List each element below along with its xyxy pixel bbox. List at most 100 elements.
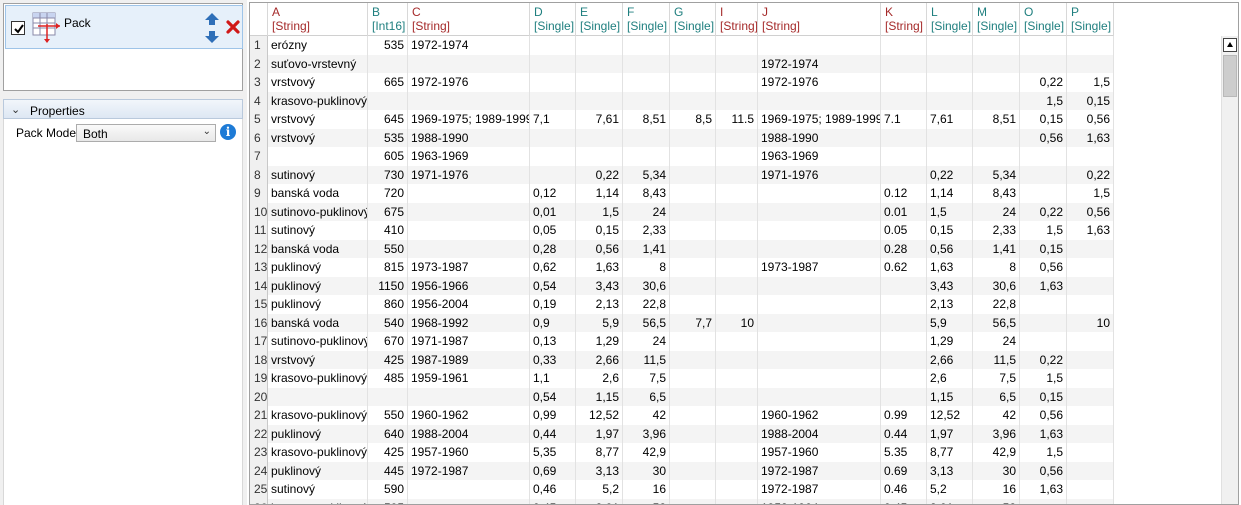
table-cell[interactable] (670, 91, 716, 110)
table-cell[interactable]: 1,5 (1020, 369, 1067, 388)
table-cell[interactable]: sutinovo-puklinový (268, 332, 368, 351)
table-cell[interactable] (530, 91, 576, 110)
table-cell[interactable] (716, 91, 758, 110)
table-cell[interactable] (881, 295, 927, 314)
table-cell[interactable]: 2,33 (623, 221, 670, 240)
table-cell[interactable]: 2,6 (576, 369, 623, 388)
table-cell[interactable]: 1,1 (530, 369, 576, 388)
table-cell[interactable]: 1972-1987 (758, 461, 881, 480)
table-cell[interactable]: 1,29 (576, 332, 623, 351)
table-cell[interactable] (408, 480, 530, 499)
table-cell[interactable] (670, 443, 716, 462)
table-cell[interactable] (758, 332, 881, 351)
table-cell[interactable] (1067, 147, 1114, 166)
table-cell[interactable] (881, 147, 927, 166)
table-cell[interactable]: 30 (973, 461, 1020, 480)
table-cell[interactable]: 1971-1976 (758, 165, 881, 184)
vertical-scrollbar[interactable] (1221, 36, 1238, 504)
table-cell[interactable]: 1963-1969 (758, 147, 881, 166)
table-cell[interactable] (758, 369, 881, 388)
table-cell[interactable]: 0,99 (530, 406, 576, 425)
table-cell[interactable]: 1,5 (576, 202, 623, 221)
table-cell[interactable]: 1972-1974 (758, 54, 881, 73)
table-cell[interactable]: 0,22 (1020, 202, 1067, 221)
table-cell[interactable]: 445 (368, 461, 408, 480)
table-row[interactable]: 5 vrstvový 645 1969-1975; 1989-1999 7,1 7,61 8… (250, 110, 1114, 129)
table-cell[interactable]: 1,14 (576, 184, 623, 203)
table-row[interactable]: 14 puklinový 1150 1956-1966 0,54 3,43 30,6 3,43… (250, 276, 1114, 295)
table-cell[interactable]: krasovo-puklinový (268, 369, 368, 388)
move-down-icon[interactable] (204, 30, 220, 47)
table-cell[interactable]: 1958-1964 (758, 498, 881, 504)
table-cell[interactable] (576, 91, 623, 110)
table-cell[interactable]: 605 (368, 147, 408, 166)
pack-mode-select[interactable]: Both ⌄ (76, 124, 216, 142)
table-cell[interactable]: 0,9 (530, 313, 576, 332)
table-cell[interactable] (716, 406, 758, 425)
table-cell[interactable] (1020, 295, 1067, 314)
table-cell[interactable]: 22,8 (623, 295, 670, 314)
table-cell[interactable]: 5,35 (530, 443, 576, 462)
table-cell[interactable] (670, 498, 716, 504)
table-cell[interactable]: 1960-1962 (758, 406, 881, 425)
table-cell[interactable]: vrstvový (268, 110, 368, 129)
table-cell[interactable]: 10 (1067, 313, 1114, 332)
table-cell[interactable]: 0,15 (927, 221, 973, 240)
table-cell[interactable] (1067, 461, 1114, 480)
table-cell[interactable] (408, 239, 530, 258)
table-cell[interactable]: 1,63 (1020, 276, 1067, 295)
table-cell[interactable] (881, 36, 927, 55)
table-cell[interactable]: 7,7 (670, 313, 716, 332)
table-cell[interactable]: 30,6 (973, 276, 1020, 295)
table-cell[interactable] (1020, 332, 1067, 351)
table-cell[interactable] (716, 424, 758, 443)
column-header-a[interactable]: A [String] (268, 3, 368, 36)
table-cell[interactable]: 3,96 (973, 424, 1020, 443)
table-cell[interactable]: 7,5 (973, 369, 1020, 388)
table-cell[interactable]: 1988-2004 (408, 424, 530, 443)
table-cell[interactable]: 1,97 (927, 424, 973, 443)
table-cell[interactable]: krasovo-puklinový (268, 443, 368, 462)
table-cell[interactable] (1067, 54, 1114, 73)
scroll-thumb[interactable] (1223, 55, 1237, 97)
table-cell[interactable]: 7,61 (927, 110, 973, 129)
table-cell[interactable]: 590 (368, 480, 408, 499)
table-cell[interactable] (927, 54, 973, 73)
table-cell[interactable]: 1988-2004 (758, 424, 881, 443)
table-cell[interactable] (758, 276, 881, 295)
table-cell[interactable] (758, 239, 881, 258)
table-cell[interactable]: 2,6 (927, 369, 973, 388)
table-cell[interactable]: 8,43 (623, 184, 670, 203)
table-row[interactable]: 19 krasovo-puklinový 485 1959-1961 1,1 2,6 7,5… (250, 369, 1114, 388)
column-header-e[interactable]: E [Single] (576, 3, 623, 36)
table-cell[interactable] (1067, 424, 1114, 443)
table-cell[interactable]: 1,63 (1067, 221, 1114, 240)
table-row[interactable]: 15 puklinový 860 1956-2004 0,19 2,13 22,8 2,13 2… (250, 295, 1114, 314)
table-cell[interactable]: puklinový (268, 295, 368, 314)
table-cell[interactable]: 0,56 (1067, 202, 1114, 221)
table-cell[interactable]: 1972-1987 (408, 461, 530, 480)
table-cell[interactable] (530, 54, 576, 73)
table-cell[interactable] (530, 147, 576, 166)
table-cell[interactable] (973, 91, 1020, 110)
table-cell[interactable]: 1969-1975; 1989-1999 (408, 110, 530, 129)
table-cell[interactable] (1067, 276, 1114, 295)
table-cell[interactable] (408, 498, 530, 504)
table-cell[interactable] (973, 147, 1020, 166)
table-cell[interactable] (1067, 332, 1114, 351)
table-cell[interactable] (973, 36, 1020, 55)
column-header-j[interactable]: J [String] (758, 3, 881, 36)
table-cell[interactable] (268, 147, 368, 166)
table-cell[interactable] (1067, 406, 1114, 425)
table-cell[interactable]: krasovo-puklinový (268, 406, 368, 425)
table-cell[interactable]: 0.99 (881, 406, 927, 425)
table-cell[interactable]: 1,63 (576, 258, 623, 277)
table-cell[interactable]: 12,52 (927, 406, 973, 425)
table-cell[interactable]: 5.35 (881, 443, 927, 462)
table-cell[interactable] (670, 461, 716, 480)
table-cell[interactable]: 1,97 (576, 424, 623, 443)
table-cell[interactable] (408, 387, 530, 406)
table-cell[interactable]: 2,13 (927, 295, 973, 314)
table-cell[interactable]: 0,01 (530, 202, 576, 221)
table-cell[interactable]: 1988-1990 (408, 128, 530, 147)
